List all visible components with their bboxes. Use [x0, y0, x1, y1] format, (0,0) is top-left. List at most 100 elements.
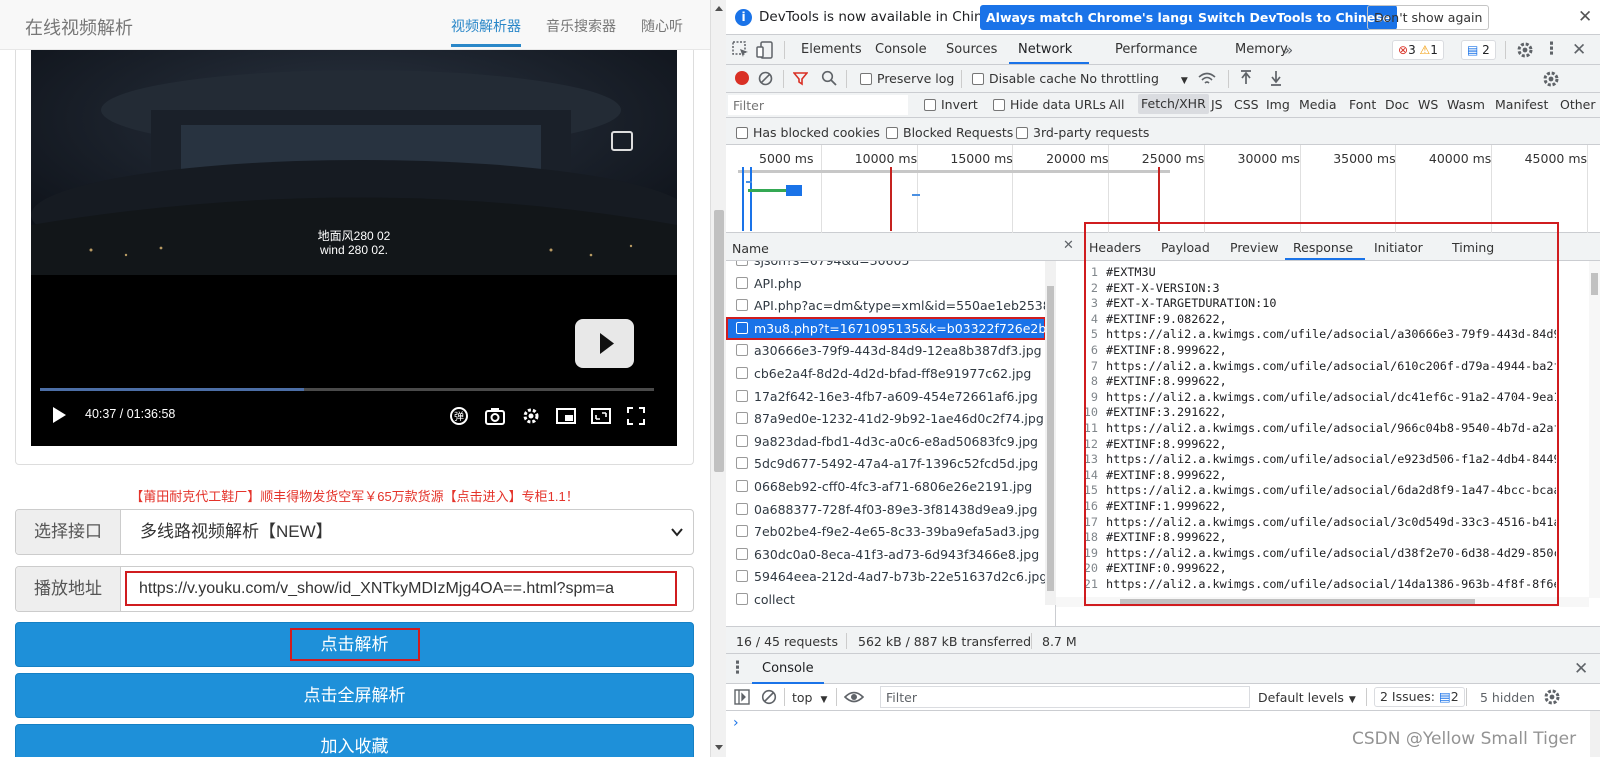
detail-tab-headers[interactable]: Headers	[1089, 240, 1141, 255]
request-row-checkbox[interactable]	[736, 480, 748, 492]
more-tabs-icon[interactable]: »	[1284, 35, 1293, 65]
play-small-icon[interactable]	[51, 406, 67, 424]
close-infobar-icon[interactable]: ✕	[1578, 7, 1592, 27]
filter-type-css[interactable]: CSS	[1234, 97, 1259, 112]
scroll-down-icon[interactable]	[714, 744, 724, 752]
blocked-requests-box[interactable]	[886, 127, 898, 139]
filter-type-js[interactable]: JS	[1211, 97, 1223, 112]
tab-console[interactable]: Console	[875, 35, 927, 65]
request-row-checkbox[interactable]	[736, 525, 748, 538]
filter-type-media[interactable]: Media	[1299, 97, 1337, 112]
detail-tab-payload[interactable]: Payload	[1161, 240, 1210, 255]
camera-icon[interactable]	[485, 407, 505, 425]
promo-link[interactable]: 【莆田耐克代工鞋厂】顺丰得物发货空军￥65万款货源【点击进入】专柜1.1！	[15, 486, 694, 505]
filter-type-doc[interactable]: Doc	[1385, 97, 1409, 112]
clear-icon[interactable]	[758, 71, 773, 86]
tab-memory[interactable]: Memory	[1235, 35, 1288, 65]
close-detail-icon[interactable]: ✕	[1063, 238, 1074, 253]
network-settings-gear-icon[interactable]	[1542, 70, 1560, 88]
request-row[interactable]: sjson?s=6794&u=30605	[726, 261, 1046, 272]
dont-show-again-button[interactable]: Don't show again	[1367, 5, 1490, 30]
clear-console-icon[interactable]	[761, 689, 777, 705]
preserve-log-box[interactable]	[860, 73, 872, 85]
invert-box[interactable]	[924, 99, 936, 111]
nav-video-parser[interactable]: 视频解析器	[451, 16, 521, 36]
blocked-requests-checkbox[interactable]: Blocked Requests	[886, 125, 1013, 140]
hide-data-urls-box[interactable]	[993, 99, 1005, 111]
export-har-icon[interactable]	[1269, 70, 1283, 86]
disable-cache-checkbox[interactable]: Disable cache	[972, 71, 1076, 86]
console-scrollbar[interactable]	[1590, 711, 1600, 757]
request-row-checkbox[interactable]	[736, 547, 748, 560]
parse-button[interactable]: 点击解析	[15, 622, 694, 667]
detail-tab-timing[interactable]: Timing	[1452, 240, 1494, 255]
request-row-checkbox[interactable]	[736, 261, 748, 266]
request-row-checkbox[interactable]	[736, 299, 748, 312]
nav-random-listen[interactable]: 随心听	[641, 16, 683, 36]
request-row-checkbox[interactable]	[736, 344, 748, 357]
hide-data-urls-checkbox[interactable]: Hide data URLs	[993, 97, 1106, 112]
throttling-select[interactable]: No throttling ▼	[1080, 71, 1188, 86]
has-blocked-cookies-checkbox[interactable]: Has blocked cookies	[736, 125, 880, 140]
tab-performance[interactable]: Performance	[1115, 35, 1197, 65]
sidebar-toggle-icon[interactable]	[734, 689, 750, 705]
tab-network[interactable]: Network	[1018, 35, 1072, 65]
request-row-checkbox[interactable]	[736, 593, 748, 605]
big-play-button[interactable]	[575, 319, 634, 368]
filter-input[interactable]: Filter	[728, 95, 908, 115]
fullscreen-parse-button[interactable]: 点击全屏解析	[15, 673, 694, 718]
filter-type-all[interactable]: All	[1109, 97, 1125, 112]
nav-music-search[interactable]: 音乐搜索器	[546, 16, 616, 36]
request-row-checkbox[interactable]	[736, 321, 748, 334]
response-vscroll-thumb[interactable]	[1591, 273, 1598, 295]
page-scrollbar[interactable]	[710, 0, 726, 757]
request-row-checkbox[interactable]	[736, 276, 748, 289]
messages-counter[interactable]: ▤ 2	[1461, 40, 1496, 60]
progress-track[interactable]	[40, 388, 654, 391]
danmaku-icon[interactable]: 弹	[449, 406, 469, 426]
video-player[interactable]: 地面风280 02 wind 280 02. 40:37 / 01:36:58 …	[31, 50, 677, 446]
page-scrollbar-thumb[interactable]	[714, 210, 724, 472]
web-fullscreen-icon[interactable]	[591, 407, 611, 425]
more-options-icon[interactable]: ⋮	[1543, 39, 1560, 59]
add-favorite-button[interactable]: 加入收藏	[15, 724, 694, 757]
invert-checkbox[interactable]: Invert	[924, 97, 978, 112]
request-row[interactable]: 630dc0a0-8eca-41f3-ad73-6d943f3466e8.jpg	[726, 543, 1046, 566]
issues-counter[interactable]: ⊗3 ⚠1	[1392, 40, 1444, 60]
request-row-checkbox[interactable]	[736, 502, 748, 515]
request-row[interactable]: 0668eb92-cff0-4fc3-af71-6806e26e2191.jpg	[726, 475, 1046, 498]
request-row[interactable]: 87a9ed0e-1232-41d2-9b92-1ae46d0c2f74.jpg	[726, 407, 1046, 430]
response-hscrollbar[interactable]	[1056, 597, 1589, 607]
request-list-scrollbar[interactable]	[1045, 261, 1056, 605]
third-party-box[interactable]	[1016, 127, 1028, 139]
filter-type-img[interactable]: Img	[1266, 97, 1290, 112]
network-conditions-icon[interactable]	[1197, 71, 1217, 87]
disable-cache-box[interactable]	[972, 73, 984, 85]
detail-tab-preview[interactable]: Preview	[1230, 240, 1279, 255]
filter-type-font[interactable]: Font	[1349, 97, 1376, 112]
filter-type-other[interactable]: Other	[1560, 97, 1596, 112]
detail-tab-initiator[interactable]: Initiator	[1374, 240, 1423, 255]
response-vscrollbar[interactable]	[1589, 261, 1600, 598]
record-icon[interactable]	[735, 71, 749, 85]
scroll-up-icon[interactable]	[714, 4, 724, 12]
console-issues-button[interactable]: 2 Issues: ▤2	[1374, 687, 1465, 707]
request-row[interactable]: 0a688377-728f-4f03-89e3-3f81438d9ea9.jpg	[726, 498, 1046, 521]
pip-icon[interactable]	[556, 407, 576, 425]
log-levels-select[interactable]: Default levels ▼	[1258, 690, 1356, 705]
request-row-checkbox[interactable]	[736, 412, 748, 425]
request-row[interactable]: 17a2f642-16e3-4fb7-a609-454e72661af6.jpg	[726, 385, 1046, 408]
request-row[interactable]: a30666e3-79f9-443d-84d9-12ea8b387df3.jpg	[726, 339, 1046, 362]
request-row[interactable]: API.php	[726, 272, 1046, 295]
filter-type-ws[interactable]: WS	[1418, 97, 1438, 112]
request-row[interactable]: m3u8.php?t=1671095135&k=b03322f726e2bbd6	[726, 316, 1046, 340]
detail-tab-response[interactable]: Response	[1293, 240, 1353, 255]
close-drawer-icon[interactable]: ✕	[1574, 659, 1588, 679]
tab-elements[interactable]: Elements	[801, 35, 862, 65]
request-row-checkbox[interactable]	[736, 434, 748, 447]
drawer-tab-console[interactable]: Console	[752, 654, 824, 684]
tab-sources[interactable]: Sources	[946, 35, 997, 65]
settings-gear-icon[interactable]	[1516, 41, 1534, 59]
timeline-overview[interactable]: 5000 ms 10000 ms 15000 ms 20000 ms 25000 ms 3…	[726, 145, 1600, 233]
device-toolbar-icon[interactable]	[756, 41, 774, 59]
